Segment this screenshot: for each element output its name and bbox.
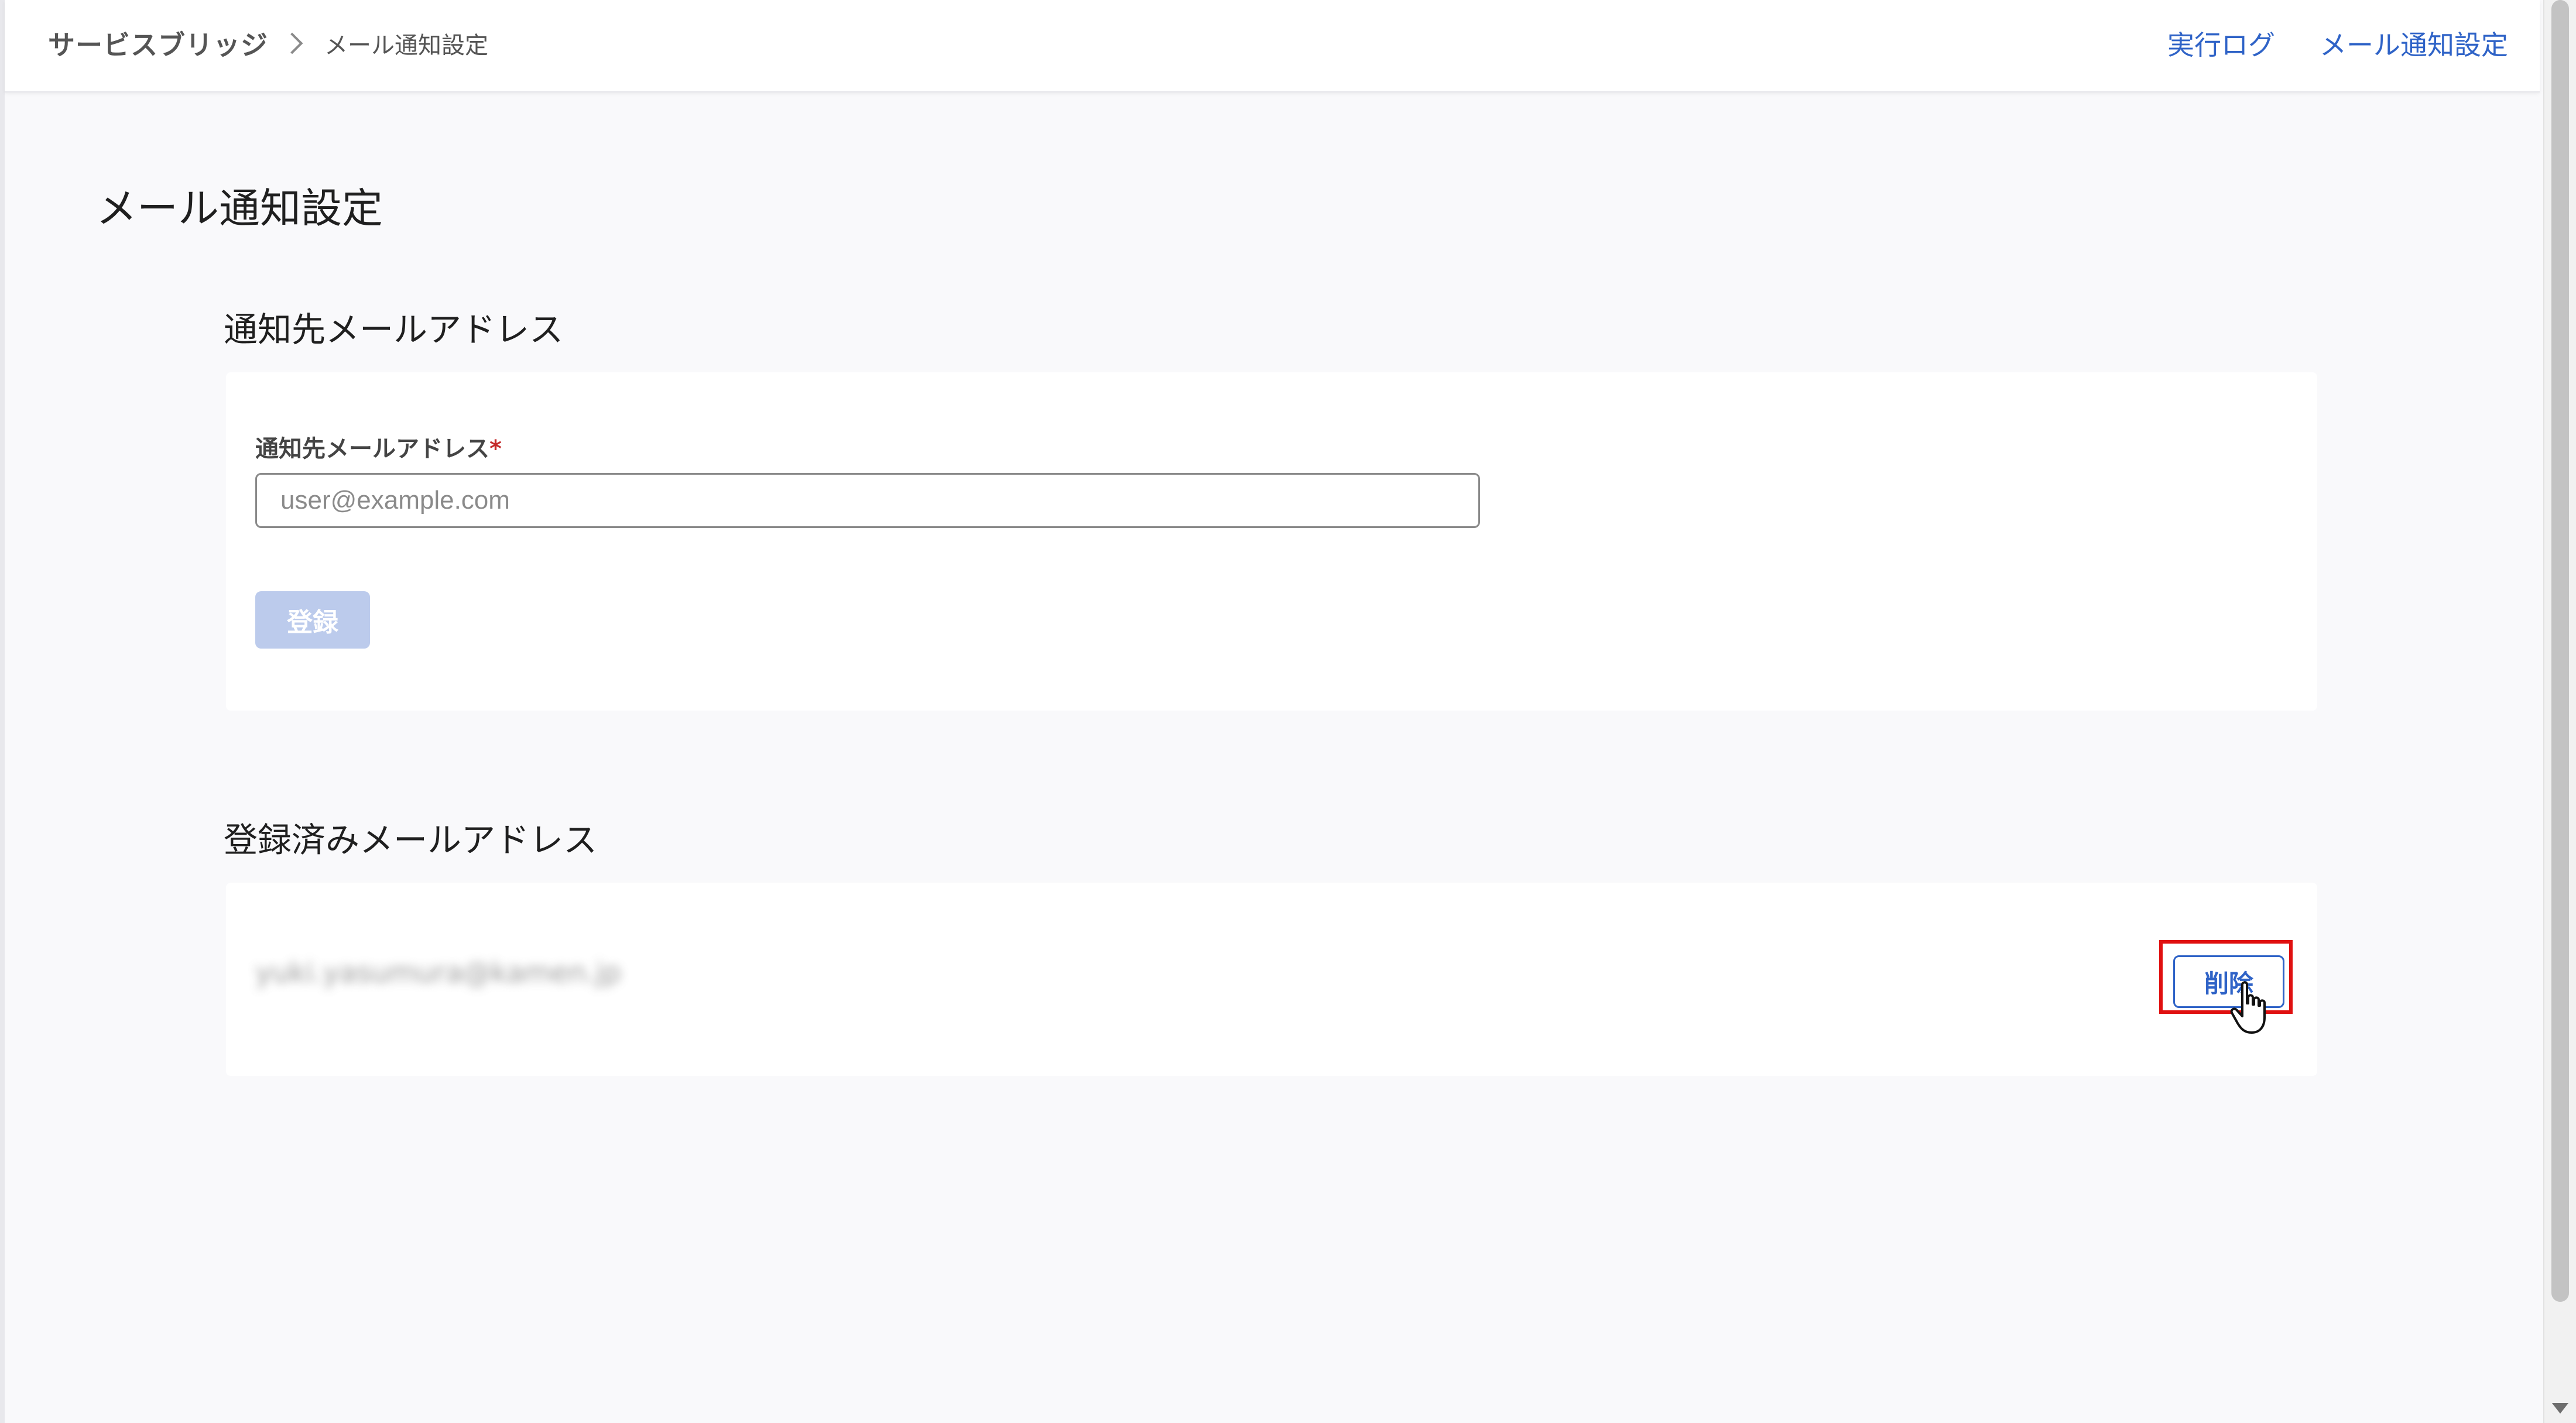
nav-link-mail-settings[interactable]: メール通知設定 — [2320, 24, 2508, 63]
email-field-label-text: 通知先メールアドレス — [255, 436, 489, 462]
hand-pointer-icon — [2230, 981, 2266, 1034]
nav-link-execution-log[interactable]: 実行ログ — [2167, 24, 2275, 63]
register-button[interactable]: 登録 — [255, 591, 370, 649]
app-window: サービスブリッジ メール通知設定 実行ログ メール通知設定 メール通知設定 通知… — [0, 0, 2576, 1423]
required-mark: * — [489, 436, 502, 462]
registered-addresses-card: yuki.yasumura@kamen.jp 削除 — [226, 883, 2317, 1076]
notify-address-card: 通知先メールアドレス* 登録 — [226, 372, 2317, 711]
breadcrumb-current: メール通知設定 — [324, 32, 488, 59]
email-input[interactable] — [255, 473, 1480, 528]
header-nav: 実行ログ メール通知設定 — [2167, 0, 2508, 87]
top-header: サービスブリッジ メール通知設定 実行ログ メール通知設定 — [5, 0, 2540, 92]
email-field-label: 通知先メールアドレス* — [255, 430, 502, 464]
breadcrumb-root[interactable]: サービスブリッジ — [48, 24, 268, 63]
section-title-notify-address: 通知先メールアドレス — [224, 310, 564, 349]
page-title: メール通知設定 — [96, 184, 383, 232]
section-title-registered-addresses: 登録済みメールアドレス — [224, 820, 598, 860]
registered-email-address: yuki.yasumura@kamen.jp — [255, 956, 621, 989]
scroll-down-arrow-icon[interactable] — [2552, 1403, 2568, 1414]
scrollbar-thumb[interactable] — [2551, 0, 2569, 1302]
window-edge — [0, 0, 5, 1423]
vertical-scrollbar[interactable] — [2543, 0, 2576, 1423]
breadcrumb: サービスブリッジ メール通知設定 — [48, 0, 488, 87]
chevron-right-icon — [281, 32, 303, 54]
